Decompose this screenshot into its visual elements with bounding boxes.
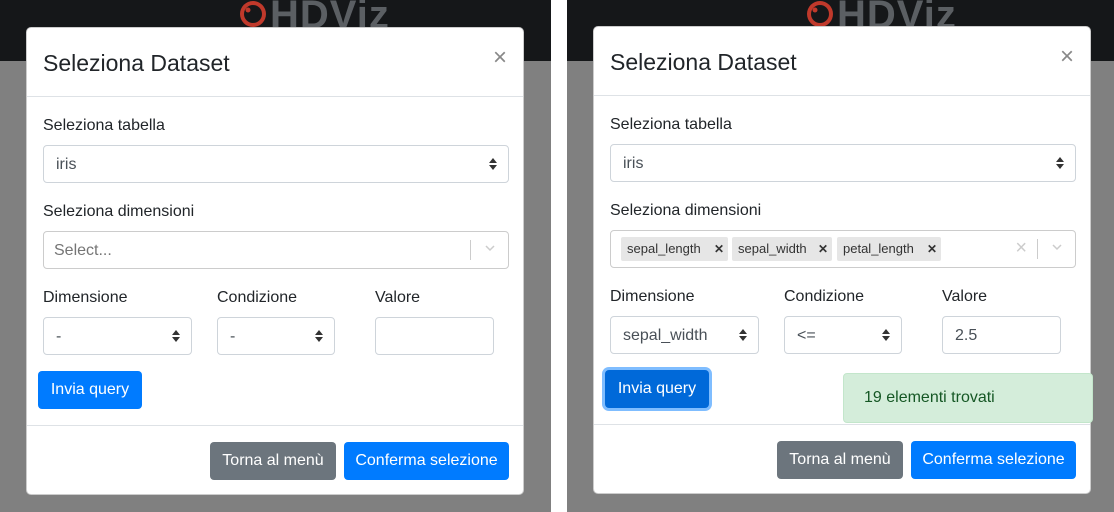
dimension-col-label: Dimensione (43, 289, 128, 306)
value-input-text: 2.5 (955, 327, 978, 344)
close-icon[interactable]: × (1060, 45, 1074, 69)
table-label: Seleziona tabella (43, 117, 165, 134)
left-screen: HDViz Seleziona Dataset × Seleziona tabe… (0, 0, 551, 512)
dimension-select[interactable]: sepal_width (610, 316, 759, 354)
modal-title: Seleziona Dataset (43, 50, 230, 76)
condition-col-label: Condizione (784, 288, 865, 305)
results-alert: 19 elementi trovati (843, 373, 1093, 423)
close-icon[interactable]: × (493, 46, 507, 70)
select-arrows-icon (314, 328, 324, 344)
select-dataset-modal: Seleziona Dataset × Seleziona tabella ir… (26, 27, 524, 495)
modal-footer: Torna al menù Conferma selezione (27, 425, 523, 495)
condition-select[interactable]: <= (784, 316, 902, 354)
condition-col-label: Condizione (217, 289, 298, 306)
dimensions-label: Seleziona dimensioni (43, 203, 195, 220)
modal-footer: Torna al menù Conferma selezione (594, 424, 1090, 494)
dimension-col-label: Dimensione (610, 288, 695, 305)
chip-label: sepal_length (627, 241, 701, 256)
back-to-menu-button[interactable]: Torna al menù (777, 441, 903, 479)
dimension-chip: petal_length ✕ (837, 237, 941, 261)
table-label: Seleziona tabella (610, 116, 732, 133)
remove-chip-icon[interactable]: ✕ (927, 237, 937, 261)
indicator-separator (470, 240, 471, 260)
dimension-select-value: - (56, 328, 62, 345)
dimensions-multiselect[interactable]: sepal_length ✕ sepal_width ✕ petal_length ✕… (610, 230, 1076, 268)
app-logo: HDViz (236, 0, 390, 30)
clear-all-icon[interactable]: × (1015, 238, 1027, 258)
select-arrows-icon (738, 327, 748, 343)
table-select-value: iris (56, 156, 77, 173)
condition-select-value: <= (797, 327, 816, 344)
modal-title: Seleziona Dataset (610, 49, 797, 75)
table-select[interactable]: iris (610, 144, 1076, 182)
table-select[interactable]: iris (43, 145, 509, 183)
ladybug-icon (240, 1, 266, 27)
right-screen: HDViz Seleziona Dataset × Seleziona tabe… (567, 0, 1114, 512)
dimension-chip: sepal_length ✕ (621, 237, 728, 261)
select-dataset-modal: Seleziona Dataset × Seleziona tabella ir… (593, 26, 1093, 494)
dimension-select[interactable]: - (43, 317, 192, 355)
confirm-selection-button[interactable]: Conferma selezione (911, 441, 1076, 479)
dimension-chip: sepal_width ✕ (732, 237, 832, 261)
select-arrows-icon (881, 327, 891, 343)
select-arrows-icon (488, 156, 498, 172)
back-to-menu-button[interactable]: Torna al menù (210, 442, 336, 480)
indicator-separator (1037, 239, 1038, 259)
modal-header: Seleziona Dataset × (594, 27, 1090, 96)
dimensions-placeholder: Select... (54, 242, 112, 259)
select-arrows-icon (171, 328, 181, 344)
condition-select[interactable]: - (217, 317, 335, 355)
value-col-label: Valore (942, 288, 988, 305)
value-input[interactable]: 2.5 (942, 316, 1061, 354)
remove-chip-icon[interactable]: ✕ (818, 237, 828, 261)
remove-chip-icon[interactable]: ✕ (714, 237, 724, 261)
chip-label: petal_length (843, 241, 914, 256)
modal-header: Seleziona Dataset × (27, 28, 523, 97)
select-arrows-icon (1055, 155, 1065, 171)
dimensions-label: Seleziona dimensioni (610, 202, 762, 219)
send-query-button[interactable]: Invia query (605, 370, 709, 408)
table-select-value: iris (623, 155, 644, 172)
chevron-down-icon[interactable] (485, 243, 495, 253)
confirm-selection-button[interactable]: Conferma selezione (344, 442, 509, 480)
dimension-select-value: sepal_width (623, 327, 708, 344)
send-query-button[interactable]: Invia query (38, 371, 142, 409)
condition-select-value: - (230, 328, 236, 345)
chevron-down-icon[interactable] (1052, 242, 1062, 252)
dimensions-multiselect[interactable]: Select... (43, 231, 509, 269)
value-input[interactable] (375, 317, 494, 355)
value-col-label: Valore (375, 289, 421, 306)
chip-label: sepal_width (738, 241, 807, 256)
